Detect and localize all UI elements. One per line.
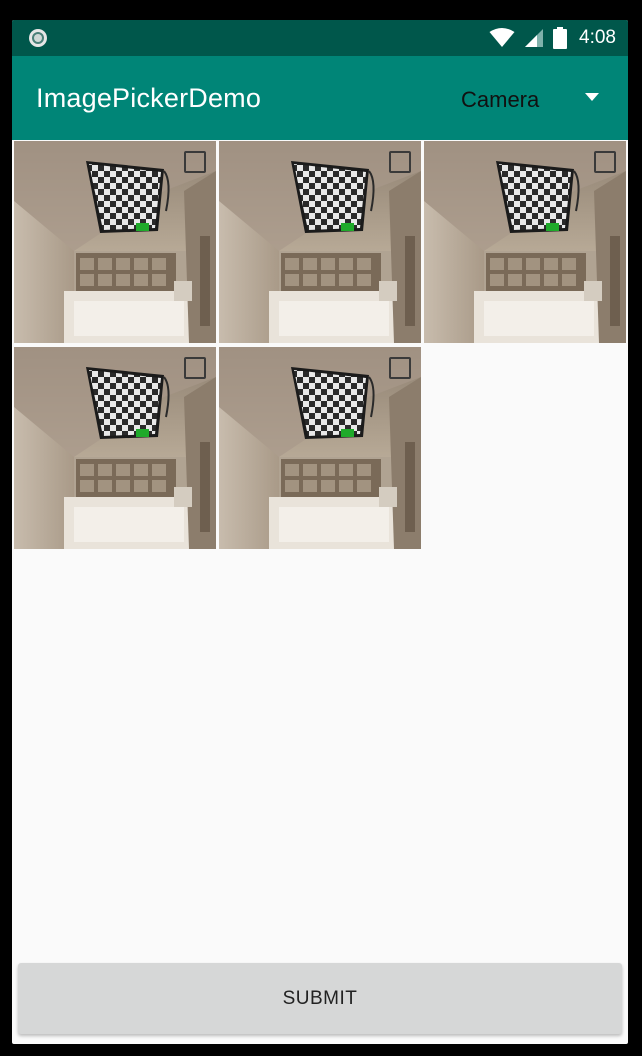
image-tile[interactable] [14,141,216,343]
image-checkbox[interactable] [389,151,411,173]
battery-icon [553,27,568,49]
image-checkbox[interactable] [184,151,206,173]
source-spinner[interactable]: Camera [442,76,628,122]
wifi-icon [489,28,515,47]
image-checkbox[interactable] [184,357,206,379]
submit-button[interactable]: SUBMIT [18,963,622,1034]
status-bar: 4:08 [12,20,628,56]
status-icons: 4:08 [489,20,616,56]
image-checkbox[interactable] [389,357,411,379]
clock: 4:08 [579,27,616,48]
image-checkbox[interactable] [594,151,616,173]
device-screen: 4:08 ImagePickerDemo Camera SUBMIT [12,20,628,1044]
app-bar: ImagePickerDemo Camera [12,56,628,140]
image-tile[interactable] [219,347,421,549]
dropdown-arrow-icon [585,93,599,101]
image-tile[interactable] [14,347,216,549]
app-title: ImagePickerDemo [36,83,262,113]
cell-signal-icon [525,29,544,47]
spinner-selected-value: Camera [461,87,540,112]
image-tile[interactable] [424,141,626,343]
image-tile[interactable] [219,141,421,343]
notification-circle-icon [29,29,47,47]
